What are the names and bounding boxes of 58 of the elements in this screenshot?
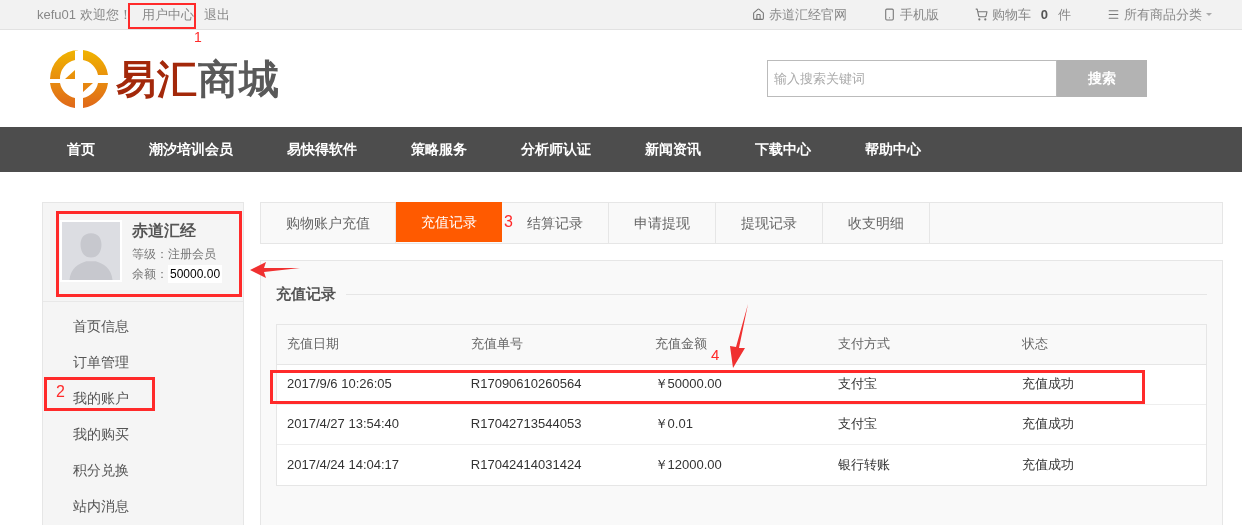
table-cell-text: ￥12000.00 <box>654 455 723 474</box>
column-header: 充值单号 <box>470 335 524 354</box>
table-cell-text: 支付宝 <box>838 375 879 394</box>
logo-text: 易汇商城 <box>116 58 280 99</box>
table-cell-text: 支付宝 <box>838 415 879 434</box>
annotation-number: 3 <box>504 214 513 230</box>
column-header: 支付方式 <box>838 335 892 354</box>
cart-link[interactable]: 购物车 0 件 <box>974 4 1071 25</box>
nav-item[interactable]: 帮助中心 <box>838 139 948 160</box>
level-text: 等级：注册会员 <box>132 246 217 263</box>
sidebar-item[interactable]: 我的购买 <box>73 416 129 452</box>
table-cell-text: R17042713544053 <box>470 415 583 434</box>
table-cell-text: 充值成功 <box>1022 455 1076 474</box>
menu-icon <box>1107 8 1120 21</box>
sidebar-item[interactable]: 站内消息 <box>73 488 129 524</box>
caret-icon <box>1206 13 1212 16</box>
sidebar-item[interactable]: 首页信息 <box>73 308 129 344</box>
nav-item[interactable]: 潮汐培训会员 <box>122 139 260 160</box>
column-header: 状态 <box>1022 335 1050 354</box>
sidebar-item[interactable]: 积分兑换 <box>73 452 129 488</box>
annotation-number: 4 <box>711 347 720 362</box>
highlight-frame <box>128 3 196 29</box>
table-cell-text: R17042414031424 <box>470 455 583 474</box>
avatar-icon <box>60 220 122 282</box>
table-cell-text: 充值成功 <box>1022 415 1076 434</box>
table-cell-text: ￥50000.00 <box>654 375 723 394</box>
table-cell-text: 2017/4/27 13:54:40 <box>287 415 401 434</box>
balance-label: 余额： <box>132 266 168 283</box>
column-header: 充值金额 <box>654 335 708 354</box>
table-cell-text: 2017/4/24 14:04:17 <box>287 455 401 474</box>
sidebar-item[interactable]: 我的账户 <box>73 380 129 416</box>
annotation-number: 1 <box>194 30 202 44</box>
table-cell-text: 2017/9/6 10:26:05 <box>287 375 393 394</box>
table-cell-text: 充值成功 <box>1022 375 1076 394</box>
phone-icon <box>882 8 896 21</box>
nav-item[interactable]: 下载中心 <box>728 139 838 160</box>
cart-icon <box>974 8 988 21</box>
nav-item[interactable]: 分析师认证 <box>494 139 618 160</box>
column-header: 充值日期 <box>287 335 340 354</box>
nav-item[interactable]: 新闻资讯 <box>618 139 728 160</box>
table-cell-text: R17090610260564 <box>470 375 583 394</box>
nav-item[interactable]: 易快得软件 <box>260 139 384 160</box>
welcome-text: kefu01 欢迎您！ <box>37 5 132 24</box>
search-field[interactable]: 输入搜索关键词 <box>767 60 1057 97</box>
nav-item[interactable]: 策略服务 <box>384 139 494 160</box>
logo-icon <box>48 47 110 110</box>
tab[interactable]: 申请提现 <box>609 203 716 243</box>
table-cell-text: ￥0.01 <box>654 415 694 434</box>
nav-item[interactable]: 首页 <box>40 139 122 160</box>
sidebar-item[interactable]: 订单管理 <box>73 344 129 380</box>
table-cell-text: 银行转账 <box>838 455 892 474</box>
tab[interactable]: 提现记录 <box>716 203 823 243</box>
panel-title: 充值记录 <box>276 284 336 304</box>
tab[interactable]: 收支明细 <box>823 203 930 243</box>
annotation-number: 2 <box>56 384 65 400</box>
profile-name: 赤道汇经 <box>132 221 197 241</box>
home-icon <box>751 8 765 21</box>
balance-value: 50000.00 <box>168 265 223 283</box>
